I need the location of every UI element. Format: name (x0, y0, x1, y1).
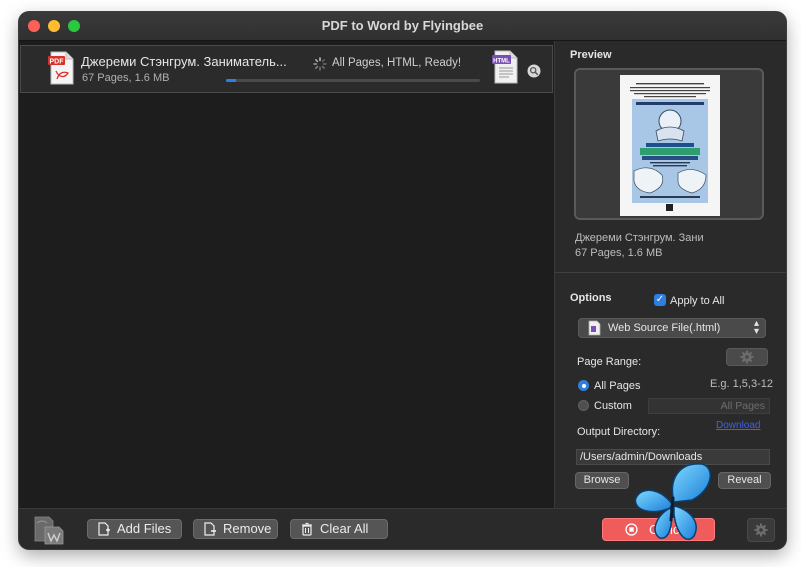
magnifier-icon[interactable] (527, 64, 541, 78)
custom-radio[interactable] (578, 400, 589, 411)
updown-chevron-icon: ▴ ▾ (753, 318, 759, 337)
preview-label: Preview (570, 49, 612, 61)
download-link[interactable]: Download (716, 420, 760, 431)
all-pages-label: All Pages (594, 380, 641, 392)
pdf-icon-label: PDF (50, 58, 65, 65)
side-panel: Preview Джереми Стэнгрум. Зани 67 Pages,… (555, 41, 786, 508)
page-range-settings-button[interactable] (726, 348, 768, 366)
custom-range-input[interactable]: All Pages (648, 398, 770, 414)
page-range-example: E.g. 1,5,3-12 (710, 378, 773, 390)
page-range-label: Page Range: (577, 356, 642, 368)
file-list[interactable]: PDF Джереми Стэнгрум. Заниматель... 67 P… (19, 41, 555, 508)
app-logo-icon (34, 516, 64, 545)
custom-label: Custom (594, 400, 632, 412)
title-bar: PDF to Word by Flyingbee (19, 12, 786, 41)
reveal-button[interactable]: Reveal (718, 472, 771, 489)
file-name: Джереми Стэнгрум. Заниматель... (81, 54, 287, 69)
all-pages-radio[interactable] (578, 380, 589, 391)
add-files-button[interactable]: Add Files (87, 519, 182, 539)
browse-button[interactable]: Browse (575, 472, 629, 489)
butterfly-logo-icon (634, 463, 712, 541)
remove-button[interactable]: Remove (193, 519, 278, 539)
spinner-icon (313, 57, 327, 71)
add-file-icon (98, 522, 110, 536)
html-icon-label: HTML (493, 58, 510, 64)
window-title: PDF to Word by Flyingbee (321, 18, 484, 33)
output-directory-label: Output Directory: (577, 426, 661, 438)
options-divider (555, 272, 786, 273)
file-row[interactable]: PDF Джереми Стэнгрум. Заниматель... 67 P… (20, 45, 553, 93)
apply-to-all-checkbox[interactable]: ✓ (654, 294, 666, 306)
remove-file-icon (204, 522, 216, 536)
clear-all-button[interactable]: Clear All (290, 519, 388, 539)
trash-icon (302, 522, 312, 536)
html-format-icon (588, 320, 601, 336)
preview-file-name: Джереми Стэнгрум. Зани (575, 232, 704, 244)
gear-icon (740, 350, 754, 364)
clear-all-label: Clear All (320, 521, 369, 536)
add-files-label: Add Files (117, 521, 172, 536)
progress-fill (226, 79, 237, 82)
file-meta: 67 Pages, 1.6 MB (82, 72, 170, 84)
apply-to-all-label: Apply to All (670, 295, 725, 307)
html-file-icon: HTML (492, 50, 518, 84)
output-format-value: Web Source File(.html) (608, 322, 721, 334)
gear-icon (754, 523, 768, 537)
settings-button[interactable] (747, 518, 775, 542)
remove-label: Remove (223, 521, 272, 536)
pdf-file-icon: PDF (48, 51, 74, 85)
preview-box (574, 68, 764, 220)
output-format-select[interactable]: Web Source File(.html) ▴ ▾ (578, 318, 766, 338)
conversion-status: All Pages, HTML, Ready! (332, 57, 462, 69)
preview-file-meta: 67 Pages, 1.6 MB (575, 247, 663, 259)
progress-bar (226, 79, 480, 82)
options-label: Options (570, 292, 612, 304)
book-cover-thumbnail (620, 75, 720, 216)
